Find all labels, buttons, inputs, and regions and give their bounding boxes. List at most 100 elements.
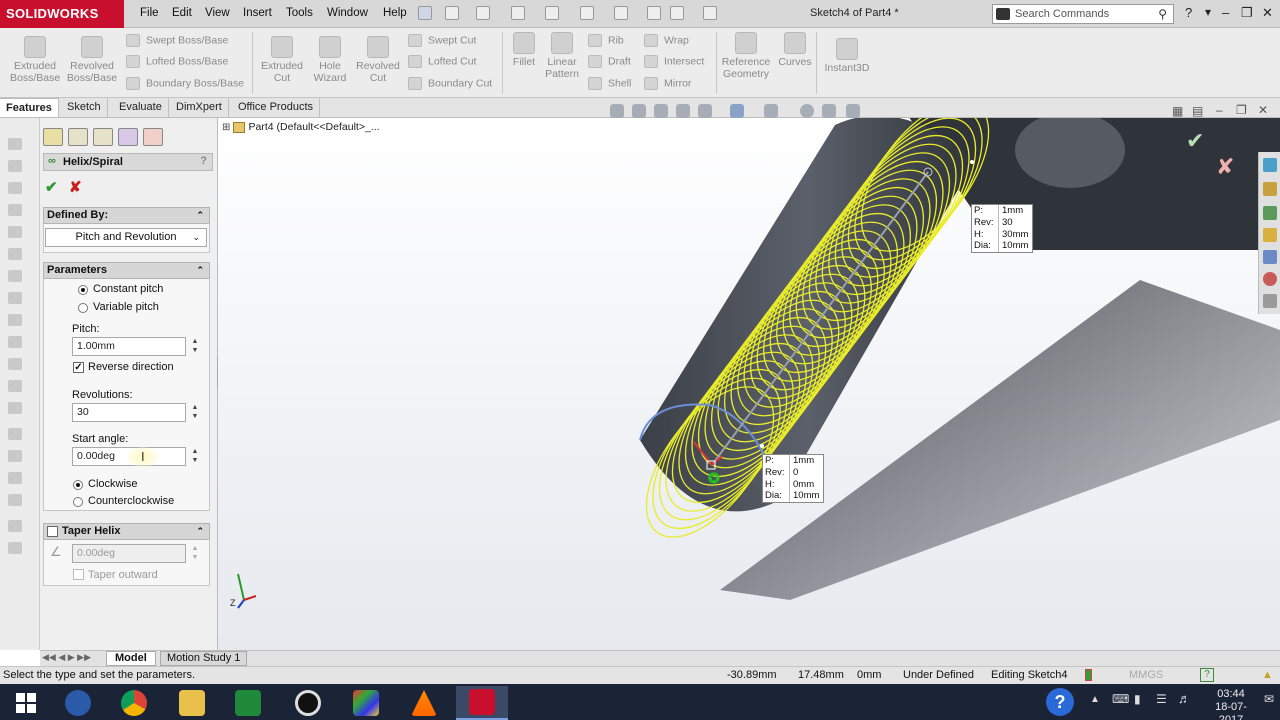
graphics-area[interactable]: ✪ ⊞ Part4 (Default<<Default>_... P: 1mm R… <box>218 118 1280 650</box>
taper-angle-input[interactable]: 0.00deg <box>72 544 186 563</box>
taskbar-vlc[interactable] <box>398 686 450 720</box>
pitch-input[interactable]: 1.00mm <box>72 337 186 356</box>
shell-button[interactable]: Shell <box>588 77 631 90</box>
taskbar-solidworks[interactable] <box>456 686 508 720</box>
unit-system[interactable]: MMGS <box>1129 667 1163 684</box>
draft-button[interactable]: Draft <box>588 55 631 68</box>
show-hidden-icons[interactable]: ▲ <box>1090 694 1100 705</box>
pm-help-icon[interactable]: ? <box>200 155 207 167</box>
taskbar-media-app[interactable] <box>282 686 334 720</box>
file-properties-icon[interactable] <box>670 6 684 20</box>
view-orientation-icon[interactable] <box>698 104 712 118</box>
wrap-button[interactable]: Wrap <box>644 34 689 47</box>
view-palette-icon[interactable] <box>1263 228 1277 242</box>
search-scope-icon[interactable] <box>996 8 1010 20</box>
appearances-icon[interactable] <box>1263 250 1277 264</box>
fillet-tool-icon[interactable] <box>8 292 22 304</box>
viewport-tile-icon[interactable]: ▦ <box>1172 104 1183 118</box>
boundary-cut-button[interactable]: Boundary Cut <box>408 77 492 90</box>
viewport-minimize-icon[interactable]: – <box>1216 103 1223 117</box>
property-manager-tab-icon[interactable] <box>68 128 88 146</box>
apply-scene-icon[interactable] <box>822 104 836 118</box>
zoom-to-area-icon[interactable] <box>632 104 646 118</box>
intersect-button[interactable]: Intersect <box>644 55 704 68</box>
revolutions-input[interactable]: 30 <box>72 403 186 422</box>
collapse-icon[interactable]: ⌃ <box>196 524 204 539</box>
search-input[interactable]: Search Commands ⚲ <box>992 4 1174 24</box>
parameters-group-header[interactable]: Parameters ⌃ <box>43 262 210 279</box>
dome-tool-icon[interactable] <box>8 450 22 462</box>
new-document-icon[interactable] <box>445 6 459 20</box>
undo-icon[interactable] <box>580 6 594 20</box>
select-icon[interactable] <box>614 6 628 20</box>
revolved-boss-button[interactable]: Revolved Boss/Base <box>66 32 118 84</box>
shell-tool-icon[interactable] <box>8 336 22 348</box>
search-icon[interactable]: ⚲ <box>1158 7 1167 21</box>
loft-tool-icon[interactable] <box>8 226 22 238</box>
viewport-close-icon[interactable]: ✕ <box>1258 103 1268 117</box>
lofted-cut-button[interactable]: Lofted Cut <box>408 55 476 68</box>
tab-features[interactable]: Features <box>0 98 59 117</box>
extruded-boss-button[interactable]: Extruded Boss/Base <box>10 32 60 84</box>
counterclockwise-radio[interactable] <box>73 497 83 507</box>
forum-icon[interactable] <box>1263 294 1277 308</box>
mirror-button[interactable]: Mirror <box>644 77 691 90</box>
reverse-direction-checkbox[interactable]: ✓ <box>73 362 84 373</box>
sketch-tool-icon[interactable] <box>8 138 22 150</box>
variable-pitch-radio[interactable] <box>78 303 88 313</box>
pitch-spinner[interactable]: ▲ ▼ <box>190 337 200 356</box>
swept-boss-button[interactable]: Swept Boss/Base <box>126 34 228 47</box>
cancel-button[interactable]: ✘ <box>69 178 82 196</box>
menu-edit[interactable]: Edit <box>172 7 192 19</box>
tab-sketch[interactable]: Sketch <box>61 98 108 117</box>
tab-model[interactable]: Model <box>106 651 156 666</box>
revolve-tool-icon[interactable] <box>8 182 22 194</box>
tab-office-products[interactable]: Office Products <box>232 98 320 117</box>
quick-tips-icon[interactable]: ? <box>1200 668 1214 682</box>
volume-tray-icon[interactable]: ♬ <box>1178 691 1191 706</box>
toolbar-options-icon[interactable]: ▾ <box>1205 5 1211 19</box>
curves-button[interactable]: Curves <box>776 28 814 68</box>
solidworks-logo[interactable]: SOLIDWORKS <box>0 0 124 28</box>
menu-window[interactable]: Window <box>327 7 368 19</box>
boundary-boss-button[interactable]: Boundary Boss/Base <box>126 77 244 90</box>
tab-evaluate[interactable]: Evaluate <box>113 98 169 117</box>
taskbar-store[interactable] <box>222 686 274 720</box>
previous-view-icon[interactable] <box>654 104 668 118</box>
restore-button[interactable]: ❐ <box>1241 5 1253 21</box>
axis-tool-icon[interactable] <box>8 494 22 506</box>
draft-tool-icon[interactable] <box>8 380 22 392</box>
tab-scroll-arrows-icon[interactable]: ◀◀ ◀ ▶ ▶▶ <box>42 652 91 663</box>
dimxpert-manager-tab-icon[interactable] <box>118 128 138 146</box>
menu-tools[interactable]: Tools <box>286 7 313 19</box>
hole-tool-icon[interactable] <box>8 270 22 282</box>
options-icon[interactable] <box>703 6 717 20</box>
viewport-split-icon[interactable]: ▤ <box>1192 104 1203 118</box>
sweep-tool-icon[interactable] <box>8 204 22 216</box>
mirror-tool-icon[interactable] <box>8 428 22 440</box>
save-icon[interactable] <box>511 6 525 20</box>
hole-wizard-button[interactable]: Hole Wizard <box>308 32 352 84</box>
taskbar-zte-app[interactable] <box>52 686 104 720</box>
taper-outward-checkbox[interactable] <box>73 569 84 580</box>
expand-icon[interactable]: ⊞ <box>222 122 230 133</box>
fillet-button[interactable]: Fillet <box>506 28 542 68</box>
curve-tool-icon[interactable] <box>8 520 22 532</box>
battery-tray-icon[interactable]: ▮ <box>1134 692 1141 706</box>
notifications-icon[interactable]: ✉ <box>1264 692 1274 706</box>
chamfer-tool-icon[interactable] <box>8 314 22 326</box>
taskbar-paint-app[interactable] <box>340 686 392 720</box>
keyboard-tray-icon[interactable]: ⌨ <box>1112 692 1129 706</box>
print-icon[interactable] <box>545 6 559 20</box>
confirm-corner-ok-icon[interactable]: ✔ <box>1186 128 1204 154</box>
tab-dimxpert[interactable]: DimXpert <box>170 98 229 117</box>
clockwise-radio[interactable] <box>73 480 83 490</box>
custom-properties-icon[interactable] <box>1263 272 1277 286</box>
menu-help[interactable]: Help <box>383 7 407 19</box>
revolved-cut-button[interactable]: Revolved Cut <box>354 32 402 84</box>
cut-tool-icon[interactable] <box>8 248 22 260</box>
minimize-button[interactable]: – <box>1222 5 1229 20</box>
pin-icon[interactable] <box>418 6 432 20</box>
menu-view[interactable]: View <box>205 7 230 19</box>
collapse-icon[interactable]: ⌃ <box>196 263 204 278</box>
